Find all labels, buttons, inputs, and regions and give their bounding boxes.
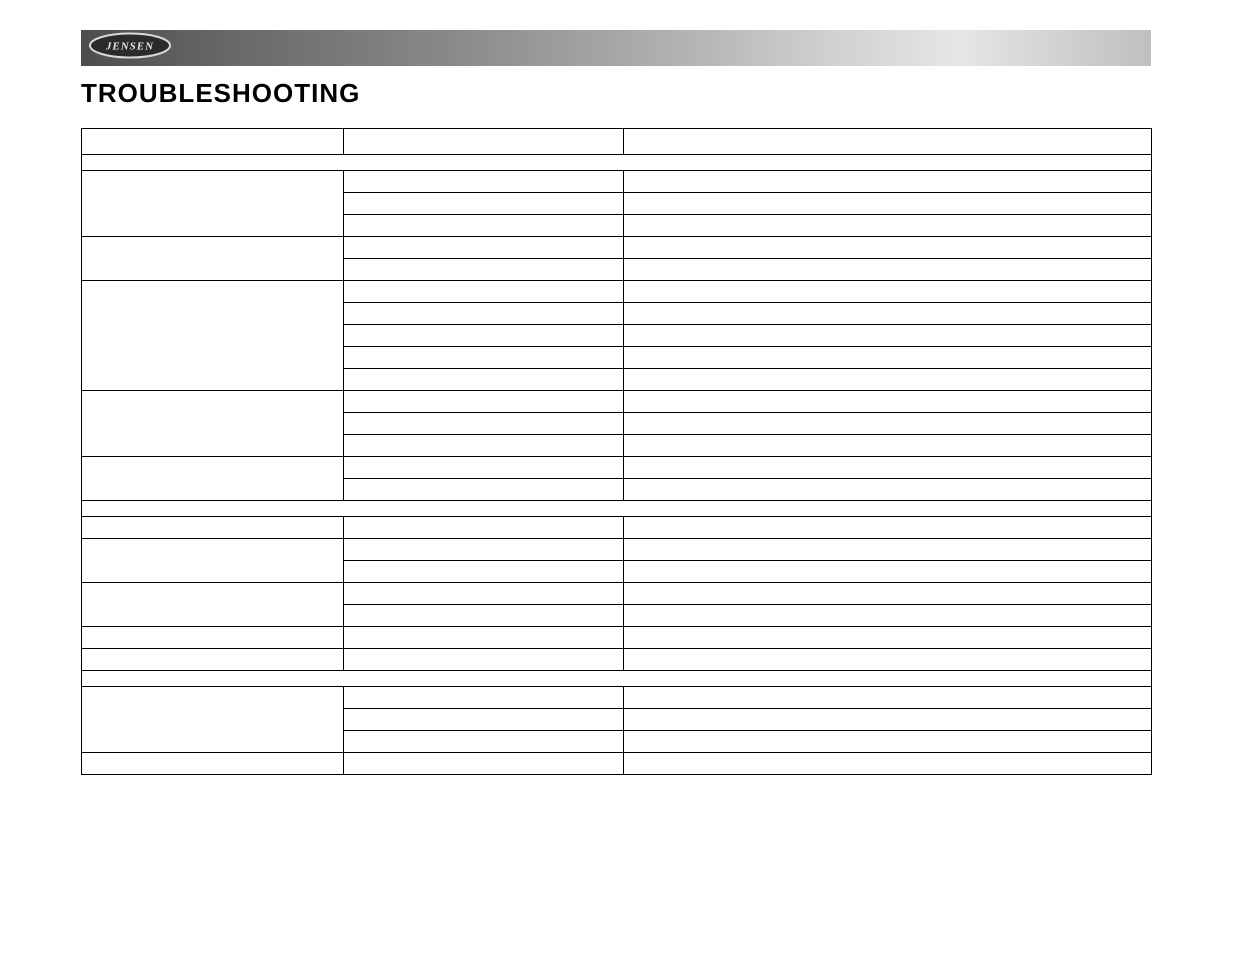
table-row bbox=[82, 391, 1152, 413]
cause-cell bbox=[344, 347, 624, 369]
cause-cell bbox=[344, 583, 624, 605]
problem-cell bbox=[82, 539, 344, 583]
cause-cell bbox=[344, 753, 624, 775]
section-row bbox=[82, 501, 1152, 517]
cause-cell bbox=[344, 687, 624, 709]
action-cell bbox=[624, 435, 1152, 457]
table-row bbox=[82, 649, 1152, 671]
section-title bbox=[82, 155, 1152, 171]
section-row bbox=[82, 155, 1152, 171]
cause-cell bbox=[344, 171, 624, 193]
section-row bbox=[82, 671, 1152, 687]
table-row bbox=[82, 281, 1152, 303]
action-cell bbox=[624, 237, 1152, 259]
cause-cell bbox=[344, 391, 624, 413]
cause-cell bbox=[344, 281, 624, 303]
table-row bbox=[82, 627, 1152, 649]
action-cell bbox=[624, 605, 1152, 627]
action-cell bbox=[624, 413, 1152, 435]
action-cell bbox=[624, 687, 1152, 709]
cause-cell bbox=[344, 479, 624, 501]
action-cell bbox=[624, 325, 1152, 347]
cause-cell bbox=[344, 649, 624, 671]
action-cell bbox=[624, 347, 1152, 369]
table-row bbox=[82, 687, 1152, 709]
table-row bbox=[82, 583, 1152, 605]
action-cell bbox=[624, 627, 1152, 649]
action-cell bbox=[624, 649, 1152, 671]
top-banner: JENSEN bbox=[81, 30, 1151, 66]
action-cell bbox=[624, 539, 1152, 561]
problem-cell bbox=[82, 457, 344, 501]
action-cell bbox=[624, 303, 1152, 325]
cause-cell bbox=[344, 709, 624, 731]
action-cell bbox=[624, 731, 1152, 753]
problem-cell bbox=[82, 627, 344, 649]
jensen-logo: JENSEN bbox=[89, 33, 171, 64]
action-cell bbox=[624, 369, 1152, 391]
problem-cell bbox=[82, 237, 344, 281]
action-cell bbox=[624, 215, 1152, 237]
problem-cell bbox=[82, 649, 344, 671]
section-title bbox=[82, 671, 1152, 687]
action-cell bbox=[624, 457, 1152, 479]
cause-cell bbox=[344, 517, 624, 539]
cause-cell bbox=[344, 193, 624, 215]
action-cell bbox=[624, 171, 1152, 193]
action-cell bbox=[624, 709, 1152, 731]
problem-cell bbox=[82, 171, 344, 237]
action-cell bbox=[624, 753, 1152, 775]
cause-cell bbox=[344, 435, 624, 457]
cause-cell bbox=[344, 605, 624, 627]
svg-text:JENSEN: JENSEN bbox=[105, 41, 154, 53]
page-heading: TROUBLESHOOTING bbox=[81, 78, 360, 109]
table-row bbox=[82, 539, 1152, 561]
action-cell bbox=[624, 259, 1152, 281]
action-cell bbox=[624, 583, 1152, 605]
section-title bbox=[82, 501, 1152, 517]
cause-cell bbox=[344, 413, 624, 435]
problem-cell bbox=[82, 517, 344, 539]
problem-cell bbox=[82, 687, 344, 753]
troubleshooting-table bbox=[81, 128, 1151, 775]
table-row bbox=[82, 753, 1152, 775]
cause-cell bbox=[344, 627, 624, 649]
problem-cell bbox=[82, 281, 344, 391]
problem-cell bbox=[82, 753, 344, 775]
action-cell bbox=[624, 479, 1152, 501]
action-cell bbox=[624, 517, 1152, 539]
cause-cell bbox=[344, 215, 624, 237]
table-row bbox=[82, 457, 1152, 479]
problem-cell bbox=[82, 391, 344, 457]
action-cell bbox=[624, 193, 1152, 215]
cause-cell bbox=[344, 731, 624, 753]
col-header-1 bbox=[82, 129, 344, 155]
action-cell bbox=[624, 281, 1152, 303]
col-header-2 bbox=[344, 129, 624, 155]
action-cell bbox=[624, 391, 1152, 413]
problem-cell bbox=[82, 583, 344, 627]
table-header-row bbox=[82, 129, 1152, 155]
table-row bbox=[82, 171, 1152, 193]
cause-cell bbox=[344, 457, 624, 479]
cause-cell bbox=[344, 303, 624, 325]
cause-cell bbox=[344, 539, 624, 561]
col-header-3 bbox=[624, 129, 1152, 155]
cause-cell bbox=[344, 325, 624, 347]
cause-cell bbox=[344, 237, 624, 259]
cause-cell bbox=[344, 369, 624, 391]
cause-cell bbox=[344, 259, 624, 281]
table-row bbox=[82, 517, 1152, 539]
action-cell bbox=[624, 561, 1152, 583]
cause-cell bbox=[344, 561, 624, 583]
table-row bbox=[82, 237, 1152, 259]
